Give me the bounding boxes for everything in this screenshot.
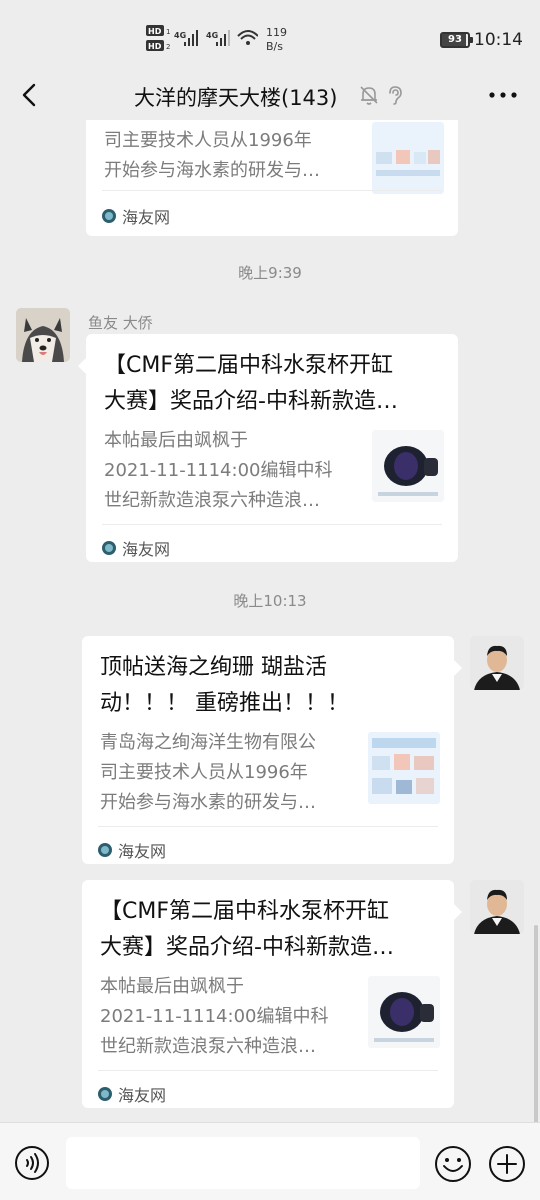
message-input[interactable] bbox=[66, 1137, 420, 1189]
card-thumbnail bbox=[368, 732, 440, 804]
avatar[interactable] bbox=[470, 636, 524, 690]
card-divider bbox=[98, 1070, 438, 1071]
chat-header: 大洋的摩天大楼(143) bbox=[0, 70, 540, 120]
card-title-line: 动！！！ 重磅推出！！！ bbox=[100, 691, 349, 716]
battery-level: 93 bbox=[448, 34, 462, 45]
link-card-message[interactable]: 顶帖送海之绚珊 瑚盐活 动！！！ 重磅推出！！！ 青岛海之绚海洋生物有限公 司主… bbox=[82, 636, 462, 864]
svg-text:HD: HD bbox=[148, 42, 162, 51]
card-description-line: 司主要技术人员从1996年 bbox=[104, 130, 312, 151]
scrollbar[interactable] bbox=[534, 925, 538, 1123]
source-app-icon bbox=[102, 541, 116, 555]
svg-text:HD: HD bbox=[148, 27, 162, 36]
network-speed: 119 B/s bbox=[266, 26, 287, 54]
svg-text:1: 1 bbox=[166, 28, 170, 36]
avatar[interactable] bbox=[470, 880, 524, 934]
card-title-line: 【CMF第二届中科水泵杯开缸 bbox=[104, 353, 393, 378]
card-title: 顶帖送海之绚珊 瑚盐活 动！！！ 重磅推出！！！ bbox=[100, 650, 440, 722]
card-divider bbox=[102, 190, 442, 191]
card-title-line: 【CMF第二届中科水泵杯开缸 bbox=[100, 899, 389, 924]
card-source-label: 海友网 bbox=[118, 842, 167, 861]
network-speed-unit: B/s bbox=[266, 40, 283, 53]
voice-icon[interactable] bbox=[14, 1145, 50, 1181]
clock: 10:14 bbox=[474, 30, 523, 50]
card-divider bbox=[102, 524, 442, 525]
chat-messages[interactable]: 司主要技术人员从1996年 开始参与海水素的研发与… 海友网 晚上9:39 鱼友… bbox=[0, 120, 540, 1122]
status-bar: HD HD 1 2 4G 4G 119 B/s 93 10:14 bbox=[0, 0, 540, 80]
message-timestamp: 晚上10:13 bbox=[233, 592, 307, 610]
card-source: 海友网 bbox=[102, 536, 170, 560]
card-description-line: 2021-11-1114:00编辑中科 bbox=[100, 1006, 329, 1027]
network-speed-value: 119 bbox=[266, 26, 287, 39]
card-source-label: 海友网 bbox=[122, 540, 171, 559]
card-description-line: 开始参与海水素的研发与… bbox=[104, 160, 320, 181]
card-thumbnail bbox=[368, 976, 440, 1048]
link-card-message[interactable]: 司主要技术人员从1996年 开始参与海水素的研发与… 海友网 bbox=[86, 120, 458, 236]
card-title-line: 顶帖送海之绚珊 瑚盐活 bbox=[100, 655, 327, 680]
source-app-icon bbox=[102, 209, 116, 223]
card-description-line: 世纪新款造浪泵六种造浪… bbox=[100, 1036, 316, 1057]
link-card-message[interactable]: 【CMF第二届中科水泵杯开缸 大赛】奖品介绍-中科新款造… 本帖最后由飒枫于 2… bbox=[78, 334, 458, 562]
message-timestamp: 晚上9:39 bbox=[238, 264, 302, 282]
card-title: 【CMF第二届中科水泵杯开缸 大赛】奖品介绍-中科新款造… bbox=[100, 894, 440, 966]
plus-circle-icon[interactable] bbox=[488, 1145, 526, 1183]
card-title-line: 大赛】奖品介绍-中科新款造… bbox=[104, 389, 398, 414]
avatar[interactable] bbox=[16, 308, 70, 362]
emoji-icon[interactable] bbox=[434, 1145, 472, 1183]
card-source: 海友网 bbox=[102, 204, 170, 228]
card-divider bbox=[98, 826, 438, 827]
bell-off-icon bbox=[360, 86, 378, 105]
card-title: 【CMF第二届中科水泵杯开缸 大赛】奖品介绍-中科新款造… bbox=[104, 348, 444, 420]
source-app-icon bbox=[98, 843, 112, 857]
card-description-line: 司主要技术人员从1996年 bbox=[100, 762, 308, 783]
battery-icon: 93 bbox=[440, 32, 473, 48]
card-thumbnail bbox=[372, 430, 444, 502]
link-card-message[interactable]: 【CMF第二届中科水泵杯开缸 大赛】奖品介绍-中科新款造… 本帖最后由飒枫于 2… bbox=[82, 880, 462, 1108]
card-thumbnail bbox=[372, 122, 444, 194]
card-source: 海友网 bbox=[98, 1082, 166, 1106]
sender-name: 鱼友 大侨 bbox=[88, 314, 153, 332]
ear-icon bbox=[389, 86, 402, 105]
svg-text:4G: 4G bbox=[174, 31, 186, 40]
card-description-line: 开始参与海水素的研发与… bbox=[100, 792, 316, 813]
more-horizontal-icon[interactable] bbox=[486, 80, 520, 110]
card-description-line: 2021-11-1114:00编辑中科 bbox=[104, 460, 333, 481]
card-description-line: 本帖最后由飒枫于 bbox=[100, 976, 244, 997]
chat-title: 大洋的摩天大楼(143) bbox=[134, 86, 338, 110]
card-source: 海友网 bbox=[98, 838, 166, 862]
source-app-icon bbox=[98, 1087, 112, 1101]
card-description-line: 世纪新款造浪泵六种造浪… bbox=[104, 490, 320, 511]
chevron-left-icon[interactable] bbox=[16, 80, 46, 110]
card-source-label: 海友网 bbox=[118, 1086, 167, 1105]
card-description-line: 青岛海之绚海洋生物有限公 bbox=[100, 732, 316, 753]
signal-icon: HD HD 1 2 4G 4G bbox=[146, 25, 258, 51]
svg-text:2: 2 bbox=[166, 43, 170, 51]
svg-text:4G: 4G bbox=[206, 31, 218, 40]
card-description-line: 本帖最后由飒枫于 bbox=[104, 430, 248, 451]
card-source-label: 海友网 bbox=[122, 208, 171, 227]
card-title-line: 大赛】奖品介绍-中科新款造… bbox=[100, 935, 394, 960]
input-bar bbox=[0, 1122, 540, 1200]
